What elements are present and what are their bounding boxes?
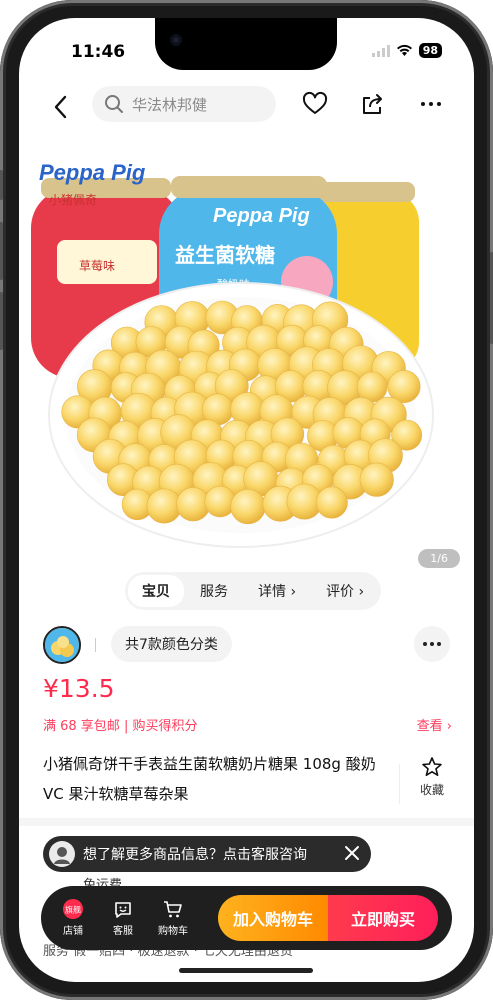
service-label: 客服 xyxy=(113,926,133,937)
dynamic-island xyxy=(155,18,337,70)
product-image-carousel[interactable]: Peppa Pig 小猪佩奇 Peppa Pig 益生菌软糖 草莓味 酸奶味 1… xyxy=(19,130,474,580)
signal-icon xyxy=(371,44,390,57)
share-icon[interactable] xyxy=(359,90,387,118)
gummy-candy xyxy=(230,488,266,525)
screen: 11:46 98 华法林邦健 Peppa Pig 小猪佩奇 Peppa Pig … xyxy=(19,18,474,982)
jar-brand-text: Peppa Pig xyxy=(213,205,310,227)
volume-up-button xyxy=(0,222,3,280)
more-options-button[interactable] xyxy=(414,626,450,662)
cart-label: 购物车 xyxy=(158,926,188,937)
favorite-separator xyxy=(399,764,400,804)
search-icon xyxy=(105,95,123,113)
gummy-candy xyxy=(204,485,236,518)
sku-thumbnail[interactable] xyxy=(43,626,81,664)
cart-button[interactable]: 购物车 xyxy=(153,898,193,937)
tooltip-text: 想了解更多商品信息？点击客服咨询 xyxy=(83,847,307,863)
search-placeholder: 华法林邦健 xyxy=(132,95,208,114)
more-icon[interactable] xyxy=(417,90,445,118)
service-button[interactable]: 客服 xyxy=(103,898,143,937)
bottom-action-bar: 旗舰 店铺 客服 购物车 加入购物车 立即购买 xyxy=(41,886,452,950)
sku-selector[interactable]: 共7款颜色分类 xyxy=(111,626,232,662)
cart-icon xyxy=(164,901,182,918)
customer-service-tooltip[interactable]: 想了解更多商品信息？点击客服咨询 xyxy=(43,836,371,872)
sku-separator xyxy=(95,638,96,652)
tab-reviews[interactable]: 评价 › xyxy=(312,575,378,607)
store-button[interactable]: 旗舰 店铺 xyxy=(53,898,93,937)
gummy-candy xyxy=(146,488,182,524)
gummy-candy xyxy=(315,486,348,519)
battery-indicator: 98 xyxy=(418,43,442,58)
promo-text: 满 68 享包邮 | 购买得积分 xyxy=(43,719,198,734)
store-label: 店铺 xyxy=(63,926,83,937)
section-divider xyxy=(19,818,474,826)
chat-smile-icon xyxy=(115,902,131,918)
brand-cn-text: 小猪佩奇 xyxy=(49,193,97,207)
home-indicator xyxy=(179,968,313,973)
agent-avatar-icon xyxy=(54,847,70,864)
buy-now-button[interactable]: 立即购买 xyxy=(328,895,438,941)
favorite-label: 收藏 xyxy=(419,783,444,797)
heart-icon[interactable] xyxy=(301,90,329,118)
favorite-button[interactable]: 收藏 xyxy=(412,756,452,798)
jar-flavor-red: 草莓味 xyxy=(79,259,115,273)
add-to-cart-button[interactable]: 加入购物车 xyxy=(218,895,328,941)
wifi-icon xyxy=(396,44,412,56)
status-icons: 98 xyxy=(371,43,442,58)
tab-details[interactable]: 详情 › xyxy=(244,575,310,607)
mute-switch xyxy=(0,170,3,200)
search-bar[interactable]: 华法林邦健 xyxy=(92,86,276,122)
brand-logo-text: Peppa Pig xyxy=(39,160,146,185)
jar-label-text: 益生菌软糖 xyxy=(175,243,275,267)
agent-avatar xyxy=(49,841,75,867)
tab-service[interactable]: 服务 xyxy=(186,575,242,607)
image-page-indicator: 1/6 xyxy=(418,549,460,568)
view-promo-link[interactable]: 查看 › xyxy=(417,715,452,734)
close-icon[interactable] xyxy=(343,844,361,862)
volume-down-button xyxy=(0,292,3,350)
gummy-candy xyxy=(359,462,394,497)
top-nav: 华法林邦健 xyxy=(19,84,474,130)
price: ¥13.5 xyxy=(43,674,115,703)
sku-thumbnail-image xyxy=(45,628,79,662)
back-arrow-icon[interactable] xyxy=(49,93,73,121)
store-badge-text: 旗舰 xyxy=(65,905,81,915)
section-tabs: 宝贝 服务 详情 › 评价 › xyxy=(125,572,382,610)
status-time: 11:46 xyxy=(71,42,126,62)
product-title: 小猪佩奇饼干手表益生菌软糖奶片糖果 108g 酸奶 VC 果汁软糖草莓杂果 xyxy=(43,755,376,803)
product-photo: Peppa Pig 小猪佩奇 Peppa Pig 益生菌软糖 草莓味 酸奶味 xyxy=(31,160,434,548)
tab-baby[interactable]: 宝贝 xyxy=(128,575,184,607)
store-badge-icon: 旗舰 xyxy=(63,899,83,919)
star-icon xyxy=(422,757,442,776)
